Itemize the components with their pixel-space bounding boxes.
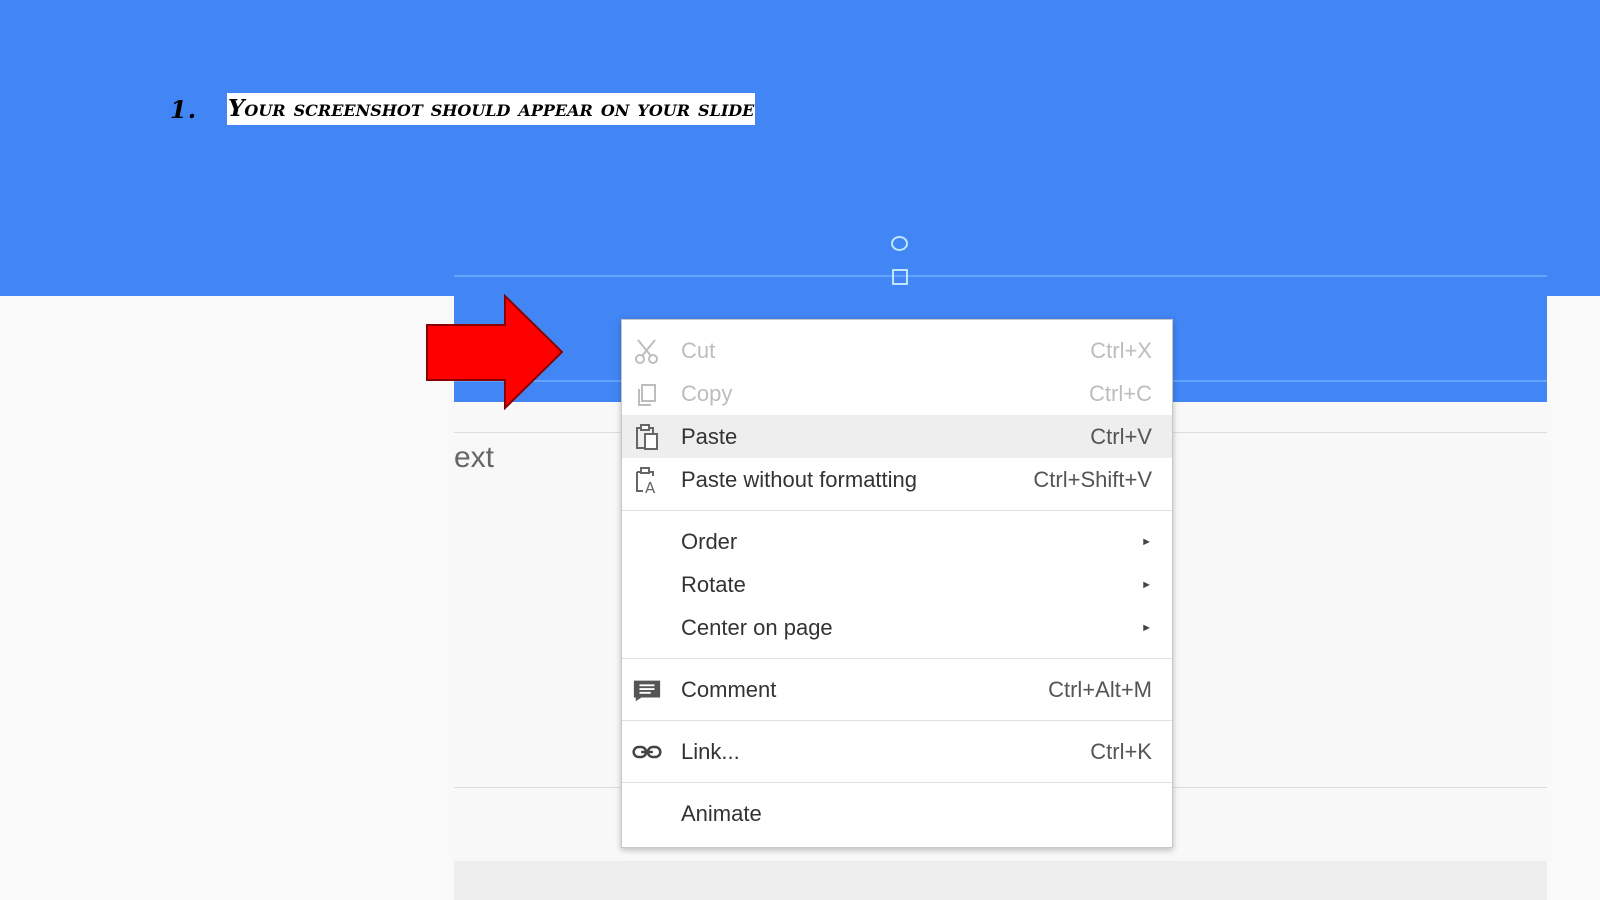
menu-item-animate[interactable]: Animate [622,792,1172,835]
copy-icon [632,379,662,409]
menu-item-paste-without-formatting[interactable]: A Paste without formatting Ctrl+Shift+V [622,458,1172,501]
comment-icon [632,675,662,705]
menu-item-rotate[interactable]: Rotate ► [622,563,1172,606]
menu-item-shortcut: Ctrl+Shift+V [1033,466,1152,492]
menu-item-label: Comment [681,676,777,702]
slide-header-band [0,0,1600,296]
placeholder-text: ext [454,441,495,474]
menu-item-label: Animate [681,800,762,826]
rotate-handle[interactable] [891,236,908,251]
menu-item-paste[interactable]: Paste Ctrl+V [622,415,1172,458]
submenu-arrow-icon: ► [1141,578,1152,591]
menu-item-order[interactable]: Order ► [622,520,1172,563]
menu-item-label: Paste [681,423,738,449]
paste-plain-text-icon: A [632,465,662,495]
menu-item-label: Rotate [681,571,746,597]
paste-icon [632,422,662,452]
instruction-step: 1. Your screenshot should appear on your… [170,92,756,126]
menu-item-label: Link... [681,738,740,764]
menu-item-label: Cut [681,337,716,363]
link-icon [632,737,662,767]
red-arrow-icon [426,294,564,410]
footer-strip [454,861,1547,900]
step-number: 1. [170,94,198,124]
menu-item-label: Order [681,528,738,554]
menu-item-label: Copy [681,380,733,406]
menu-item-link[interactable]: Link... Ctrl+K [622,730,1172,773]
submenu-arrow-icon: ► [1141,535,1152,548]
menu-item-label: Paste without formatting [681,466,918,492]
menu-item-center-on-page[interactable]: Center on page ► [622,606,1172,649]
menu-item-shortcut: Ctrl+K [1090,738,1152,764]
menu-item-shortcut: Ctrl+C [1089,380,1152,406]
menu-item-cut[interactable]: Cut Ctrl+X [622,329,1172,372]
menu-separator [622,782,1172,783]
menu-separator [622,720,1172,721]
menu-item-shortcut: Ctrl+X [1090,337,1152,363]
scissors-icon [632,336,662,366]
menu-item-shortcut: Ctrl+V [1090,423,1152,449]
menu-item-copy[interactable]: Copy Ctrl+C [622,372,1172,415]
menu-item-label: Center on page [681,614,833,640]
svg-text:A: A [645,479,656,494]
step-text: Your screenshot should appear on your sl… [227,93,756,125]
menu-separator [622,658,1172,659]
submenu-arrow-icon: ► [1141,621,1152,634]
menu-item-comment[interactable]: Comment Ctrl+Alt+M [622,668,1172,711]
menu-item-shortcut: Ctrl+Alt+M [1048,676,1152,702]
context-menu: Cut Ctrl+X Copy Ctrl+C Paste Ctrl+V A Pa… [621,319,1173,848]
selection-box-top-edge [454,275,1547,277]
resize-handle[interactable] [892,269,908,285]
menu-separator [622,510,1172,511]
